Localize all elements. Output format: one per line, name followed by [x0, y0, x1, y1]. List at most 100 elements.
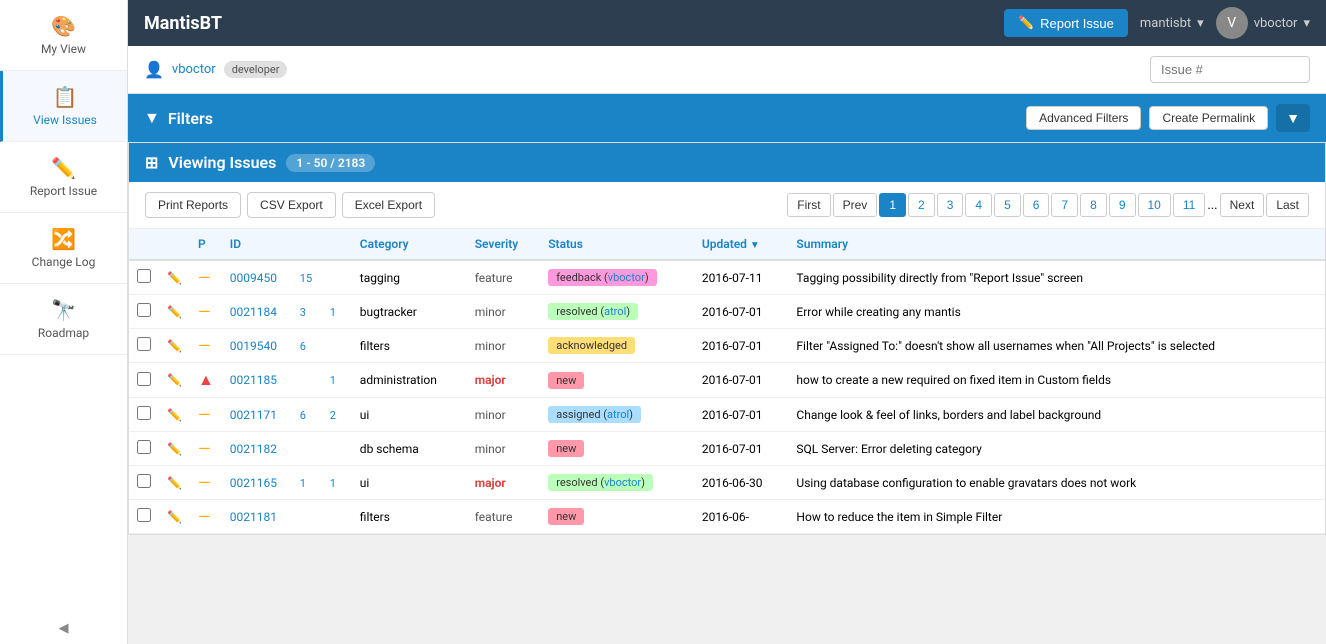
- print-reports-button[interactable]: Print Reports: [145, 192, 241, 218]
- page-1-button[interactable]: 1: [879, 193, 906, 217]
- row-notes-cell: 15: [292, 260, 322, 295]
- issue-id-link[interactable]: 0021184: [230, 305, 277, 319]
- user-menu[interactable]: V vboctor ▾: [1216, 7, 1310, 39]
- attachments-count[interactable]: 1: [330, 477, 336, 490]
- issue-id-link[interactable]: 0009450: [230, 271, 277, 285]
- page-7-button[interactable]: 7: [1051, 193, 1078, 217]
- row-edit-cell: ✏️: [159, 260, 190, 295]
- current-user[interactable]: vboctor: [172, 62, 216, 77]
- table-row: ✏️ — 0021181 filters feature new 2016-06…: [129, 500, 1325, 534]
- col-priority[interactable]: P: [190, 229, 222, 260]
- notes-count[interactable]: 1: [300, 477, 306, 490]
- edit-icon[interactable]: ✏️: [167, 476, 182, 490]
- sidebar-item-report-issue[interactable]: ✏️Report Issue: [0, 142, 127, 213]
- page-4-button[interactable]: 4: [965, 193, 992, 217]
- page-8-button[interactable]: 8: [1080, 193, 1107, 217]
- row-checkbox[interactable]: [137, 406, 151, 420]
- page-2-button[interactable]: 2: [908, 193, 935, 217]
- filters-collapse-button[interactable]: ▼: [1276, 104, 1310, 132]
- row-id-cell: 0019540: [222, 329, 292, 363]
- row-id-cell: 0021171: [222, 398, 292, 432]
- issues-header: ⊞ Viewing Issues 1 - 50 / 2183: [129, 143, 1325, 182]
- issue-id-link[interactable]: 0021181: [230, 510, 277, 524]
- next-page-button[interactable]: Next: [1220, 193, 1265, 217]
- sidebar-item-view-issues[interactable]: 📋View Issues: [0, 71, 127, 142]
- advanced-filters-button[interactable]: Advanced Filters: [1026, 106, 1141, 130]
- row-notes-cell: 6: [292, 329, 322, 363]
- table-row: ✏️ ▲ 0021185 1 administration major new …: [129, 363, 1325, 398]
- row-updated-cell: 2016-07-01: [694, 329, 789, 363]
- page-6-button[interactable]: 6: [1023, 193, 1050, 217]
- edit-icon[interactable]: ✏️: [167, 339, 182, 353]
- row-checkbox[interactable]: [137, 303, 151, 317]
- ellipsis: ...: [1207, 198, 1217, 213]
- edit-icon[interactable]: ✏️: [167, 373, 182, 387]
- page-9-button[interactable]: 9: [1109, 193, 1136, 217]
- row-attachments-cell: 1: [322, 295, 352, 329]
- row-checkbox[interactable]: [137, 474, 151, 488]
- page-10-button[interactable]: 10: [1138, 193, 1171, 217]
- notes-count[interactable]: 3: [300, 306, 306, 319]
- issue-id-link[interactable]: 0021165: [230, 476, 277, 490]
- row-checkbox[interactable]: [137, 372, 151, 386]
- attachments-count[interactable]: 2: [330, 409, 336, 422]
- row-attachments-cell: [322, 329, 352, 363]
- table-header-row: P ID Category Severity Status Updated ▼ …: [129, 229, 1325, 260]
- row-checkbox[interactable]: [137, 508, 151, 522]
- edit-icon[interactable]: ✏️: [167, 442, 182, 456]
- report-issue-button[interactable]: ✏️ Report Issue: [1004, 9, 1128, 37]
- col-edit: [159, 229, 190, 260]
- row-updated-cell: 2016-06-30: [694, 466, 789, 500]
- row-category-cell: tagging: [352, 260, 467, 295]
- col-severity[interactable]: Severity: [467, 229, 541, 260]
- severity-label: feature: [475, 510, 513, 524]
- attachments-count[interactable]: 1: [330, 306, 336, 319]
- sidebar-item-roadmap[interactable]: 🔭Roadmap: [0, 284, 127, 355]
- account-switcher[interactable]: mantisbt ▾: [1140, 16, 1204, 31]
- issue-id-link[interactable]: 0019540: [230, 339, 277, 353]
- row-summary-cell: How to reduce the item in Simple Filter: [788, 500, 1325, 534]
- row-checkbox[interactable]: [137, 337, 151, 351]
- excel-export-button[interactable]: Excel Export: [342, 192, 435, 218]
- issue-id-link[interactable]: 0021182: [230, 442, 277, 456]
- sidebar-collapse-button[interactable]: ◀: [0, 613, 127, 644]
- first-page-button[interactable]: First: [787, 193, 830, 217]
- edit-icon[interactable]: ✏️: [167, 271, 182, 285]
- col-updated[interactable]: Updated ▼: [694, 229, 789, 260]
- status-badge: assigned (atrol): [548, 406, 641, 423]
- row-category-cell: ui: [352, 466, 467, 500]
- row-edit-cell: ✏️: [159, 363, 190, 398]
- col-status[interactable]: Status: [540, 229, 694, 260]
- row-checkbox[interactable]: [137, 440, 151, 454]
- issues-area: ⊞ Viewing Issues 1 - 50 / 2183 Print Rep…: [128, 142, 1326, 535]
- row-category-cell: bugtracker: [352, 295, 467, 329]
- attachments-count[interactable]: 1: [330, 374, 336, 387]
- edit-icon[interactable]: ✏️: [167, 510, 182, 524]
- edit-icon[interactable]: ✏️: [167, 408, 182, 422]
- row-id-cell: 0021181: [222, 500, 292, 534]
- sidebar-item-change-log[interactable]: 🔀Change Log: [0, 213, 127, 284]
- page-3-button[interactable]: 3: [937, 193, 964, 217]
- page-5-button[interactable]: 5: [994, 193, 1021, 217]
- last-page-button[interactable]: Last: [1266, 193, 1309, 217]
- table-row: ✏️ — 0009450 15 tagging feature feedback…: [129, 260, 1325, 295]
- col-id[interactable]: ID: [222, 229, 292, 260]
- row-summary-cell: SQL Server: Error deleting category: [788, 432, 1325, 466]
- search-input[interactable]: [1150, 56, 1310, 83]
- notes-count[interactable]: 6: [300, 409, 306, 422]
- prev-page-button[interactable]: Prev: [833, 193, 878, 217]
- row-priority-cell: —: [190, 260, 222, 295]
- col-summary[interactable]: Summary: [788, 229, 1325, 260]
- edit-icon[interactable]: ✏️: [167, 305, 182, 319]
- issue-id-link[interactable]: 0021171: [230, 408, 277, 422]
- issue-id-link[interactable]: 0021185: [230, 373, 277, 387]
- notes-count[interactable]: 15: [300, 272, 312, 285]
- csv-export-button[interactable]: CSV Export: [247, 192, 336, 218]
- row-status-cell: new: [540, 432, 694, 466]
- create-permalink-button[interactable]: Create Permalink: [1149, 106, 1268, 130]
- sidebar-item-my-view[interactable]: 🎨My View: [0, 0, 127, 71]
- row-checkbox[interactable]: [137, 269, 151, 283]
- page-11-button[interactable]: 11: [1173, 193, 1205, 217]
- notes-count[interactable]: 6: [300, 340, 306, 353]
- col-category[interactable]: Category: [352, 229, 467, 260]
